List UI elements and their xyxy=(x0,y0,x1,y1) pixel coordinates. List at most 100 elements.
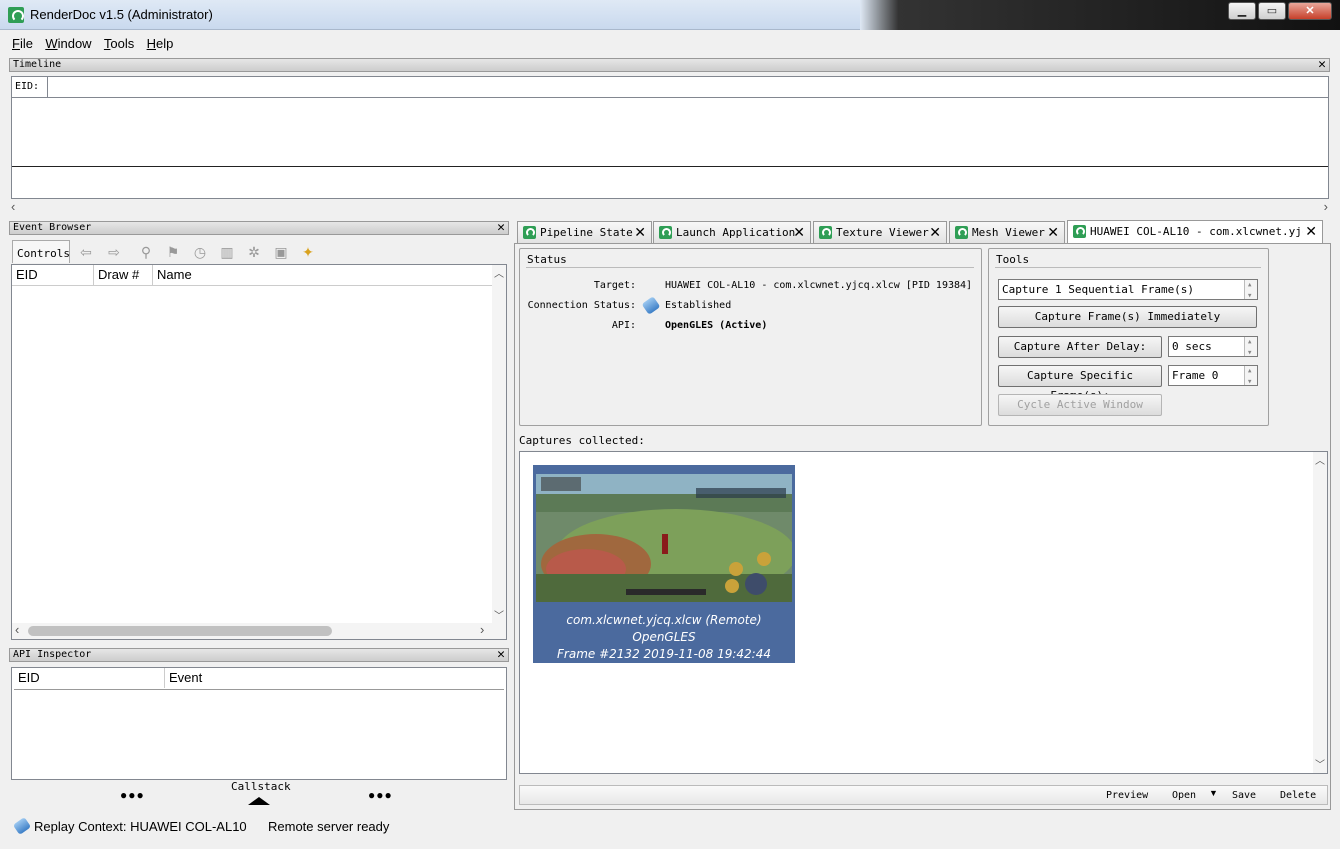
menu-window[interactable]: Window xyxy=(41,34,95,53)
scroll-down-icon[interactable]: ﹀ xyxy=(1315,756,1325,771)
tab-close-icon[interactable]: ✕ xyxy=(929,222,941,244)
timeline-area[interactable]: EID: xyxy=(11,76,1329,199)
delay-spinbox[interactable]: 0 secs xyxy=(1168,333,1258,363)
scroll-up-icon[interactable]: ︿ xyxy=(494,265,504,280)
capture-name: com.xlcwnet.yjcq.xlcw (Remote) xyxy=(566,613,762,627)
capture-frame-info: Frame #2132 2019-11-08 19:42:44 xyxy=(557,647,771,661)
capture-immediately-button[interactable]: Capture Frame(s) Immediately xyxy=(998,306,1257,328)
renderdoc-tab-icon xyxy=(955,226,968,239)
renderdoc-app-icon xyxy=(8,7,24,23)
tab-close-icon[interactable]: ✕ xyxy=(1047,222,1059,244)
spinbox-arrows-icon[interactable] xyxy=(1244,333,1257,363)
preview-button[interactable]: Preview xyxy=(1106,790,1148,801)
forward-arrow-icon[interactable]: ⇨ xyxy=(106,244,122,260)
timeline-title: Timeline xyxy=(13,59,62,70)
delete-button[interactable]: Delete xyxy=(1280,790,1316,801)
puzzle-icon[interactable]: ✦ xyxy=(300,244,316,260)
splitter-dots-left[interactable]: ●●● xyxy=(120,788,145,802)
connection-status-value: Established xyxy=(665,300,732,311)
capture-after-delay-button[interactable]: Capture After Delay: xyxy=(998,336,1162,358)
maximize-button[interactable]: ▭ xyxy=(1258,2,1286,20)
api-event-list[interactable]: EID Event xyxy=(11,667,507,780)
status-bar: Replay Context: HUAWEI COL-AL10 Remote s… xyxy=(0,814,1340,849)
column-name[interactable]: Name xyxy=(153,265,491,285)
callstack-label[interactable]: Callstack xyxy=(231,780,291,793)
open-button[interactable]: Open xyxy=(1172,790,1196,801)
capture-item[interactable]: com.xlcwnet.yjcq.xlcw (Remote) OpenGLES … xyxy=(533,465,795,663)
connection-established-icon xyxy=(641,296,661,315)
status-group-title: Status xyxy=(527,253,567,266)
scroll-up-icon[interactable]: ︿ xyxy=(1315,452,1325,467)
menu-bar: File Window Tools Help xyxy=(8,34,1333,56)
back-arrow-icon[interactable]: ⇦ xyxy=(78,244,94,260)
capture-specific-frames-button[interactable]: Capture Specific Frame(s): xyxy=(998,365,1162,402)
api-inspector-close-icon[interactable]: ✕ xyxy=(497,648,505,661)
open-dropdown-icon[interactable]: ▼ xyxy=(1209,788,1218,798)
vertical-scrollbar[interactable]: ︿ ﹀ xyxy=(1313,452,1327,773)
timeline-close-icon[interactable]: ✕ xyxy=(1318,58,1326,71)
scroll-right-icon[interactable]: › xyxy=(480,622,484,637)
column-chart-icon[interactable]: ▥ xyxy=(219,244,235,260)
column-eid[interactable]: EID xyxy=(12,265,94,285)
find-icon[interactable]: ⚲ xyxy=(138,244,154,260)
menu-help[interactable]: Help xyxy=(143,34,178,53)
window-close-button[interactable]: ✕ xyxy=(1288,2,1332,20)
capture-actions-bar: Preview Open ▼ Save Delete xyxy=(519,785,1328,805)
tab-launch-application[interactable]: Launch Application ✕ xyxy=(653,221,811,243)
api-inspector-header: API Inspector ✕ xyxy=(9,648,509,662)
scroll-thumb[interactable] xyxy=(28,626,332,636)
renderdoc-tab-icon xyxy=(1073,225,1086,238)
column-draw[interactable]: Draw # xyxy=(94,265,153,285)
sequential-frames-spinbox[interactable]: Capture 1 Sequential Frame(s) xyxy=(998,276,1258,306)
tab-close-icon[interactable]: ✕ xyxy=(634,222,646,244)
target-label: Target: xyxy=(593,280,636,291)
tab-mesh-viewer[interactable]: Mesh Viewer ✕ xyxy=(949,221,1065,243)
column-event[interactable]: Event xyxy=(165,668,503,688)
spinbox-arrows-icon[interactable] xyxy=(1244,362,1257,392)
scroll-down-icon[interactable]: ﹀ xyxy=(494,607,504,622)
save-button[interactable]: Save xyxy=(1232,790,1256,801)
window-title: RenderDoc v1.5 (Administrator) xyxy=(30,7,213,22)
tab-remote-connection[interactable]: HUAWEI COL-AL10 - com.xlcwnet.yjc… ✕ xyxy=(1067,220,1323,244)
tab-pipeline-state[interactable]: Pipeline State ✕ xyxy=(517,221,652,243)
status-group: Status Target: HUAWEI COL-AL10 - com.xlc… xyxy=(519,248,982,426)
splitter-dots-right[interactable]: ●●● xyxy=(368,788,393,802)
renderdoc-tab-icon xyxy=(819,226,832,239)
bookmark-flag-icon[interactable]: ⚑ xyxy=(165,244,181,260)
capture-thumbnail xyxy=(536,474,792,602)
save-icon[interactable]: ▣ xyxy=(273,244,289,260)
timeline-scrollbar[interactable]: ‹ › xyxy=(9,199,1330,215)
frame-spinbox[interactable]: Frame 0 xyxy=(1168,362,1258,392)
callstack-expand-icon[interactable] xyxy=(248,797,270,805)
menu-tools[interactable]: Tools xyxy=(100,34,138,53)
vertical-scrollbar[interactable]: ︿ ﹀ xyxy=(492,265,506,623)
event-browser-close-icon[interactable]: ✕ xyxy=(497,221,505,234)
horizontal-scrollbar[interactable]: ‹ › xyxy=(12,622,506,639)
settings-icon[interactable]: ✲ xyxy=(246,244,262,260)
minimize-button[interactable]: ▁ xyxy=(1228,2,1256,20)
scroll-left-icon[interactable]: ‹ xyxy=(15,622,19,637)
tab-texture-viewer[interactable]: Texture Viewer ✕ xyxy=(813,221,947,243)
spinbox-arrows-icon[interactable] xyxy=(1244,276,1257,306)
tab-close-icon[interactable]: ✕ xyxy=(793,222,805,244)
cycle-active-window-button[interactable]: Cycle Active Window xyxy=(998,394,1162,416)
capture-api: OpenGLES xyxy=(632,630,696,644)
captures-collected-label: Captures collected: xyxy=(519,434,645,447)
renderdoc-tab-icon xyxy=(523,226,536,239)
scroll-left-icon[interactable]: ‹ xyxy=(11,199,15,214)
target-value: HUAWEI COL-AL10 - com.xlcwnet.yjcq.xlcw … xyxy=(665,280,973,291)
api-inspector-title: API Inspector xyxy=(13,649,92,660)
replay-context-label[interactable]: Replay Context: HUAWEI COL-AL10 xyxy=(34,819,247,834)
api-value: OpenGLES (Active) xyxy=(665,320,768,331)
scroll-right-icon[interactable]: › xyxy=(1324,199,1328,214)
time-icon[interactable]: ◷ xyxy=(192,244,208,260)
renderdoc-tab-icon xyxy=(659,226,672,239)
replay-context-icon[interactable] xyxy=(12,817,32,835)
menu-file[interactable]: File xyxy=(8,34,37,53)
tab-close-icon[interactable]: ✕ xyxy=(1303,221,1317,243)
event-list[interactable]: EID Draw # Name ︿ ﹀ ‹ › xyxy=(11,264,507,640)
api-label: API: xyxy=(611,320,636,331)
column-eid[interactable]: EID xyxy=(14,668,165,688)
tools-group-title: Tools xyxy=(996,253,1030,266)
timeline-header: Timeline ✕ xyxy=(9,58,1330,72)
